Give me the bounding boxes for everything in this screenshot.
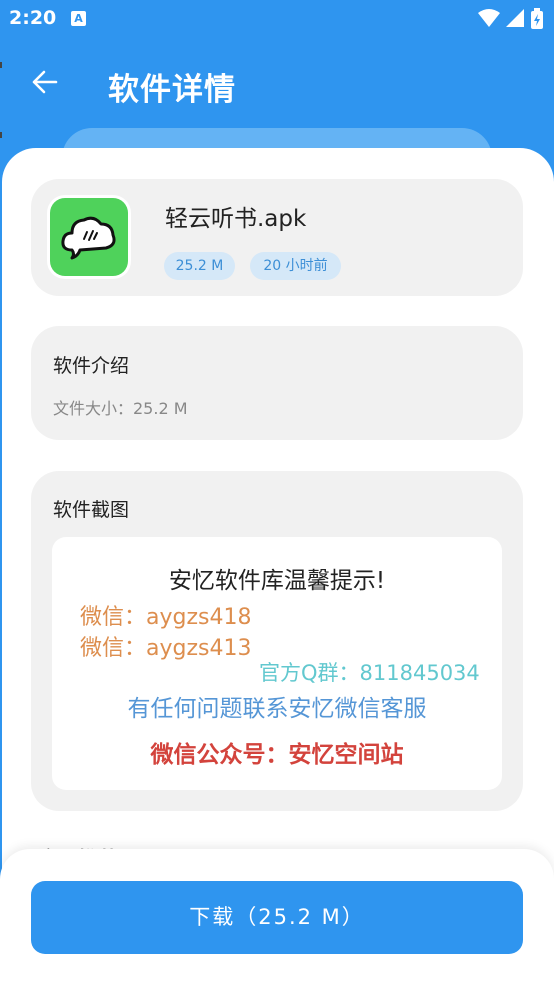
wifi-icon — [477, 9, 500, 27]
battery-icon — [531, 8, 543, 29]
cloud-icon — [61, 216, 116, 260]
app-bar: 软件详情 — [0, 38, 554, 128]
status-icons — [477, 8, 544, 30]
size-tag: 25.2 M — [164, 252, 235, 280]
screenshot-official-account: 微信公众号：安忆空间站 — [150, 742, 404, 768]
screen: 2:20 A 软件详情 轻云听书.apk 25.2 M 20 小时前 软件介绍 … — [0, 0, 554, 986]
status-time: 2:20 — [9, 7, 57, 29]
screenshot-image[interactable]: 安忆软件库温馨提示! 微信：aygzs418 微信：aygzs413 官方Q群：… — [52, 537, 502, 790]
signal-icon — [505, 9, 524, 27]
bottom-panel: 下载（25.2 M） — [0, 849, 554, 986]
app-icon — [50, 198, 128, 276]
edge-mark — [0, 132, 2, 138]
app-name: 轻云听书.apk — [165, 206, 307, 232]
intro-card: 软件介绍 文件大小：25.2 M — [31, 326, 523, 440]
back-button[interactable] — [26, 62, 66, 102]
notification-icon: A — [71, 11, 86, 26]
edge-mark — [0, 62, 2, 68]
app-icon-frame — [47, 195, 131, 279]
back-arrow-icon — [32, 70, 58, 94]
screenshot-qq-group: 官方Q群：811845034 — [259, 661, 480, 685]
screenshot-heading: 安忆软件库温馨提示! — [168, 568, 386, 594]
screenshot-wechat-2: 微信：aygzs413 — [80, 636, 252, 661]
intro-title: 软件介绍 — [53, 355, 130, 377]
screenshot-wechat-1: 微信：aygzs418 — [80, 605, 252, 630]
status-bar: 2:20 A — [0, 0, 554, 38]
update-time-tag: 20 小时前 — [250, 252, 341, 280]
screenshot-title: 软件截图 — [53, 499, 130, 521]
app-info-card: 轻云听书.apk 25.2 M 20 小时前 — [31, 179, 523, 296]
screenshot-card: 软件截图 安忆软件库温馨提示! 微信：aygzs418 微信：aygzs413 … — [31, 471, 523, 811]
page-title: 软件详情 — [108, 72, 236, 108]
file-size-text: 文件大小：25.2 M — [53, 399, 188, 418]
screenshot-contact: 有任何问题联系安忆微信客服 — [127, 696, 427, 722]
download-button[interactable]: 下载（25.2 M） — [31, 881, 523, 954]
